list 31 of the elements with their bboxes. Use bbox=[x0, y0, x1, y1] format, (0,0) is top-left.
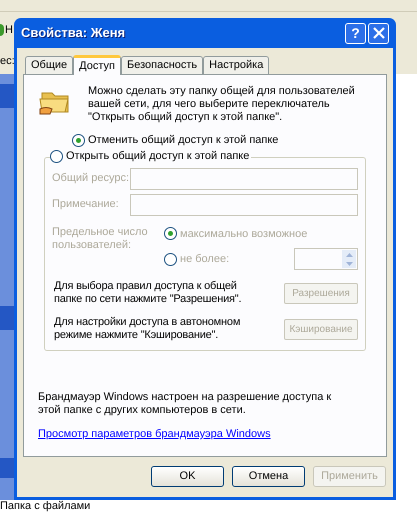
instruction-text: Для настройки доступа в автономном режиме нажмите "Кэширование". bbox=[54, 316, 242, 342]
tab[interactable]: Общие bbox=[25, 56, 74, 74]
sidebar-header bbox=[0, 458, 14, 478]
dialog-button[interactable]: OK bbox=[151, 466, 224, 487]
address-label: ес: bbox=[0, 54, 15, 69]
intro-text: Можно сделать эту папку общей для пользователей вашей сети, для чего выберите переключатель "Открыть общий доступ к этой папке". bbox=[88, 85, 356, 124]
close-button[interactable] bbox=[368, 22, 389, 44]
dialog-button[interactable]: Отмена bbox=[232, 466, 305, 487]
radio-label: максимально возможное bbox=[180, 226, 308, 242]
firewall-settings-link[interactable]: Просмотр параметров брандмауэра Windows bbox=[38, 426, 372, 442]
instruction-text: Для выбора правил доступа к общей папке по сети нажмите "Разрешения". bbox=[54, 280, 242, 306]
tab[interactable]: Безопасность bbox=[120, 56, 204, 74]
sidebar-header bbox=[0, 306, 14, 330]
field-label: Общий ресурс: bbox=[52, 171, 130, 186]
firewall-note: Брандмауэр Windows настроен на разрешение доступа к этой папке с других компьютеров в сети. bbox=[38, 391, 332, 417]
back-icon[interactable] bbox=[0, 24, 4, 36]
close-icon bbox=[372, 27, 384, 39]
radio-label: Открыть общий доступ к этой папке bbox=[66, 149, 250, 164]
radio-button[interactable] bbox=[50, 150, 63, 163]
field-label: Примечание: bbox=[52, 197, 120, 212]
toolbar-text: Н bbox=[5, 22, 13, 38]
tab[interactable]: Доступ bbox=[73, 55, 121, 75]
field-label: Предельное число пользователей: bbox=[52, 226, 149, 252]
radio-button[interactable] bbox=[72, 134, 85, 147]
radio-label: не более: bbox=[180, 252, 230, 267]
help-button[interactable]: ? bbox=[345, 22, 366, 44]
sidebar-header bbox=[0, 84, 14, 108]
radio-label: Отменить общий доступ к этой папке bbox=[88, 133, 278, 148]
item-type: Папка с файлами bbox=[0, 500, 92, 513]
window-title: Свойства: Женя bbox=[21, 24, 126, 42]
tab[interactable]: Настройка bbox=[203, 56, 270, 74]
